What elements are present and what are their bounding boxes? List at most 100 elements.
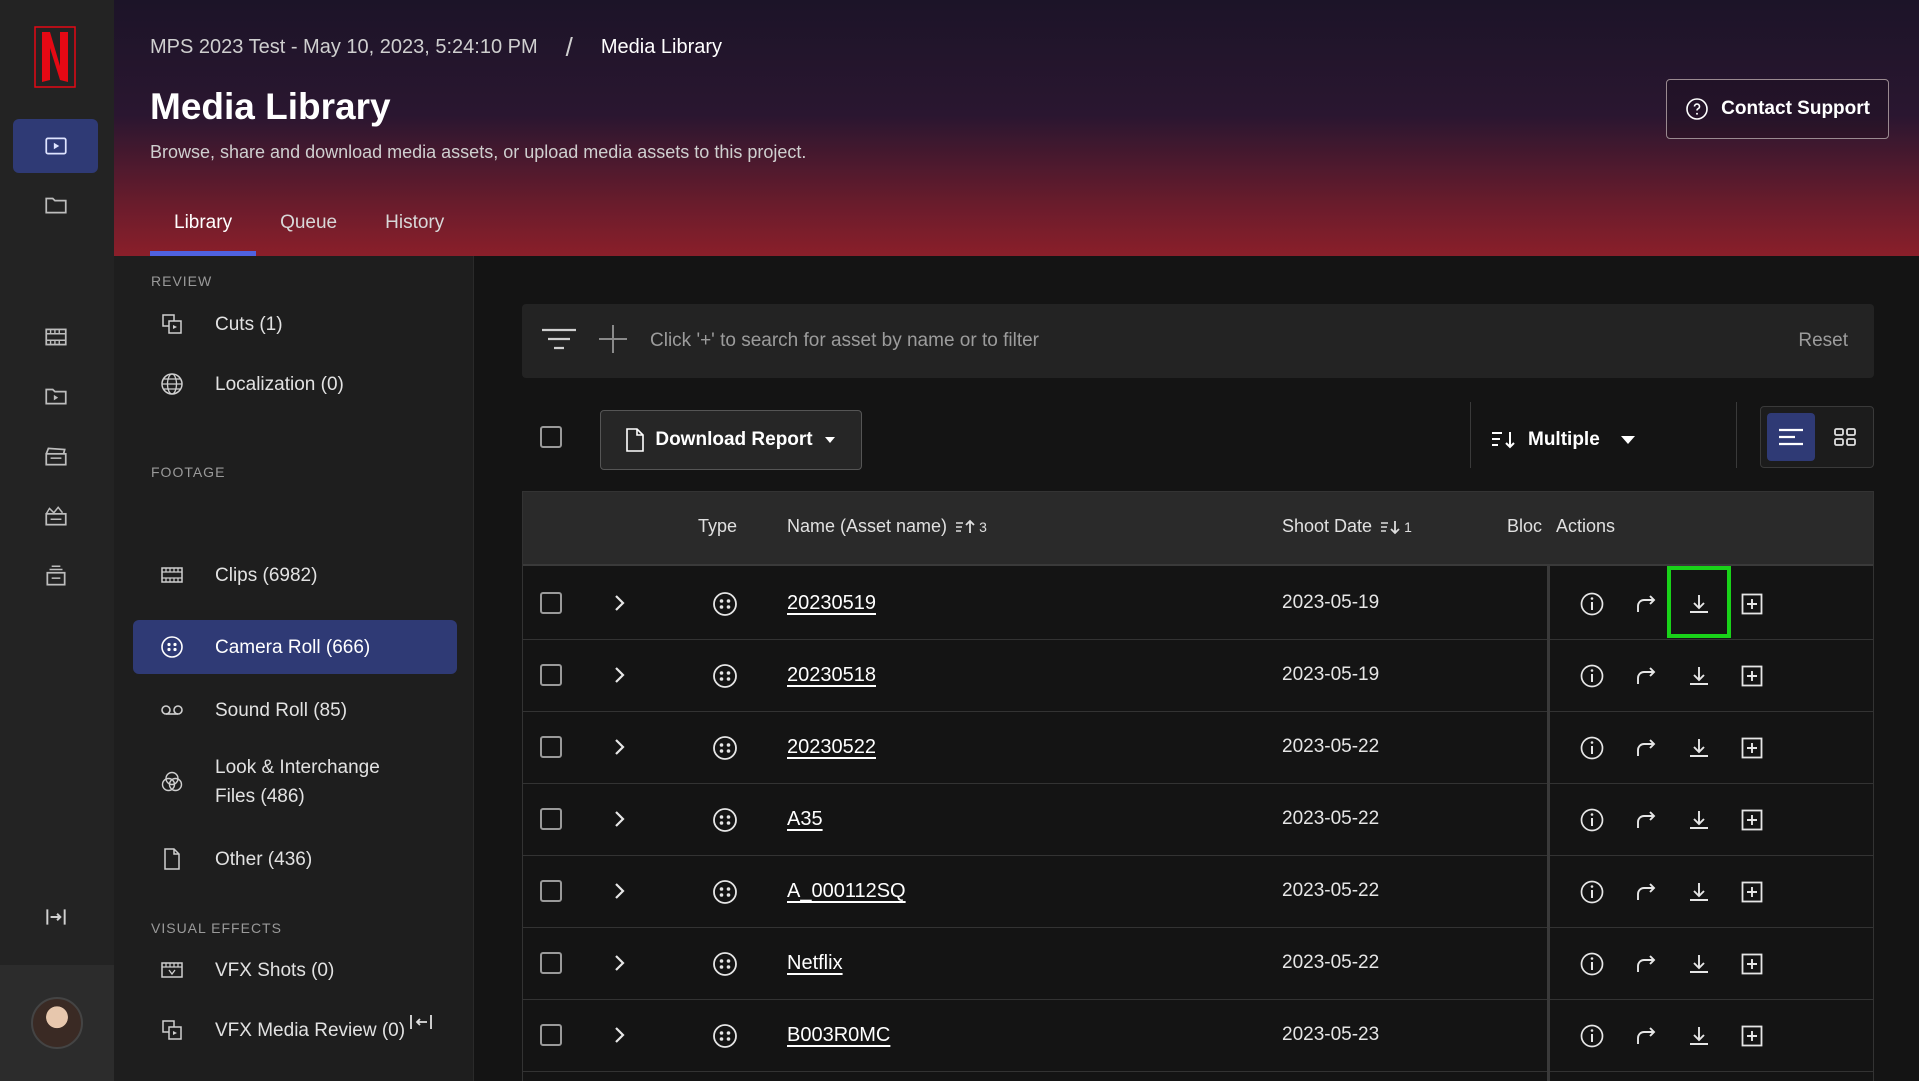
share-icon[interactable]	[1632, 1022, 1660, 1050]
rail-stack-button[interactable]	[13, 549, 98, 603]
row-checkbox[interactable]	[540, 1024, 562, 1046]
select-all-checkbox[interactable]	[540, 426, 562, 448]
expand-chevron-icon[interactable]	[609, 592, 631, 619]
asset-name-link[interactable]: 20230522	[787, 736, 876, 759]
asset-name-link[interactable]: 20230519	[787, 592, 876, 615]
table-row[interactable]: A35 2023-05-22	[523, 784, 1873, 856]
asset-name-link[interactable]: A_000112SQ	[787, 880, 906, 903]
add-to-collection-icon[interactable]	[1738, 590, 1766, 618]
filter-icon[interactable]	[540, 324, 578, 359]
add-to-collection-icon[interactable]	[1738, 950, 1766, 978]
info-icon[interactable]	[1578, 806, 1606, 834]
tab-library[interactable]: Library	[150, 212, 257, 256]
rail-clips-button[interactable]	[13, 310, 98, 364]
row-checkbox[interactable]	[540, 592, 562, 614]
table-row[interactable]: B003R0MC 2023-05-23	[523, 1000, 1873, 1072]
info-icon[interactable]	[1578, 1022, 1606, 1050]
breadcrumb-current: Media Library	[600, 36, 723, 58]
rail-files-button[interactable]	[13, 178, 98, 232]
grid-view-button[interactable]	[1821, 413, 1869, 461]
share-icon[interactable]	[1632, 878, 1660, 906]
expand-chevron-icon[interactable]	[609, 880, 631, 907]
info-icon[interactable]	[1578, 878, 1606, 906]
download-icon[interactable]	[1685, 734, 1713, 762]
expand-chevron-icon[interactable]	[609, 1024, 631, 1051]
search-input[interactable]: Click '+' to search for asset by name or…	[650, 330, 1798, 352]
avatar[interactable]	[31, 997, 83, 1049]
info-icon[interactable]	[1578, 734, 1606, 762]
list-view-button[interactable]	[1767, 413, 1815, 461]
rail-folder-play-button[interactable]	[13, 369, 98, 423]
tab-queue[interactable]: Queue	[256, 212, 361, 256]
row-checkbox[interactable]	[540, 808, 562, 830]
sidebar-item-camera-roll[interactable]: Camera Roll (666)	[133, 620, 457, 674]
row-checkbox[interactable]	[540, 880, 562, 902]
info-icon[interactable]	[1578, 590, 1606, 618]
table-row[interactable]: Netflix 2023-05-22	[523, 928, 1873, 1000]
expand-chevron-icon[interactable]	[609, 736, 631, 763]
sidebar-item-look-interchange[interactable]: Look & Interchange Files (486)	[133, 750, 457, 814]
download-icon[interactable]	[1685, 1022, 1713, 1050]
column-header-type[interactable]: Type	[698, 516, 737, 537]
share-icon[interactable]	[1632, 806, 1660, 834]
rail-clapper-button[interactable]	[13, 429, 98, 483]
add-to-collection-icon[interactable]	[1738, 806, 1766, 834]
row-checkbox[interactable]	[540, 952, 562, 974]
column-header-name[interactable]: Name (Asset name) 3	[787, 516, 987, 537]
sidebar-item-vfx-shots[interactable]: VFX Shots (0)	[133, 946, 457, 994]
toolbar-divider	[1736, 402, 1737, 468]
expand-chevron-icon[interactable]	[609, 808, 631, 835]
contact-support-button[interactable]: Contact Support	[1666, 79, 1889, 139]
sort-label: Multiple	[1528, 429, 1600, 450]
reset-button[interactable]: Reset	[1798, 330, 1848, 352]
camera-roll-icon	[711, 1022, 739, 1055]
download-report-button[interactable]: Download Report	[600, 410, 862, 470]
row-checkbox[interactable]	[540, 664, 562, 686]
download-icon[interactable]	[1685, 950, 1713, 978]
asset-name-link[interactable]: A35	[787, 808, 823, 831]
rail-clapper-star-button[interactable]	[13, 489, 98, 543]
page-title: Media Library	[150, 86, 391, 127]
add-to-collection-icon[interactable]	[1738, 662, 1766, 690]
share-icon[interactable]	[1632, 590, 1660, 618]
rail-media-library-button[interactable]	[13, 119, 98, 173]
sidebar-item-sound-roll[interactable]: Sound Roll (85)	[133, 686, 457, 734]
add-to-collection-icon[interactable]	[1738, 878, 1766, 906]
add-to-collection-icon[interactable]	[1738, 1022, 1766, 1050]
sidebar-item-other[interactable]: Other (436)	[133, 835, 457, 883]
table-row[interactable]: 20230522 2023-05-22	[523, 712, 1873, 784]
tab-history[interactable]: History	[361, 212, 468, 256]
netflix-logo[interactable]	[34, 26, 76, 88]
share-icon[interactable]	[1632, 734, 1660, 762]
download-icon[interactable]	[1685, 662, 1713, 690]
row-checkbox[interactable]	[540, 736, 562, 758]
asset-name-link[interactable]: Netflix	[787, 952, 843, 975]
collapse-sidebar-icon[interactable]	[408, 1010, 434, 1039]
asset-name-link[interactable]: 20230518	[787, 664, 876, 687]
document-icon	[626, 428, 645, 452]
table-row[interactable]: 20230518 2023-05-19	[523, 640, 1873, 712]
expand-chevron-icon[interactable]	[609, 952, 631, 979]
download-icon[interactable]	[1685, 878, 1713, 906]
sidebar-item-vfx-media-review[interactable]: VFX Media Review (0)	[133, 1006, 433, 1054]
share-icon[interactable]	[1632, 662, 1660, 690]
sort-dropdown[interactable]: Multiple	[1490, 410, 1638, 470]
rail-expand-button[interactable]	[13, 890, 98, 944]
add-filter-icon[interactable]	[596, 322, 630, 361]
info-icon[interactable]	[1578, 662, 1606, 690]
add-to-collection-icon[interactable]	[1738, 734, 1766, 762]
expand-chevron-icon[interactable]	[609, 664, 631, 691]
sidebar-item-localization[interactable]: Localization (0)	[133, 360, 457, 408]
info-icon[interactable]	[1578, 950, 1606, 978]
asset-name-link[interactable]: B003R0MC	[787, 1024, 890, 1047]
table-row[interactable]: A_000112SQ 2023-05-22	[523, 856, 1873, 928]
sidebar-item-label: VFX Shots (0)	[215, 959, 335, 981]
download-icon[interactable]	[1685, 806, 1713, 834]
column-header-shoot-date[interactable]: Shoot Date 1	[1282, 516, 1412, 537]
share-icon[interactable]	[1632, 950, 1660, 978]
table-toolbar: Download Report Multiple	[522, 402, 1874, 472]
column-header-bloc[interactable]: Bloc	[1507, 516, 1542, 537]
sidebar-item-clips[interactable]: Clips (6982)	[133, 551, 457, 599]
sidebar-item-cuts[interactable]: Cuts (1)	[133, 300, 457, 348]
breadcrumb-project[interactable]: MPS 2023 Test - May 10, 2023, 5:24:10 PM	[150, 36, 538, 59]
